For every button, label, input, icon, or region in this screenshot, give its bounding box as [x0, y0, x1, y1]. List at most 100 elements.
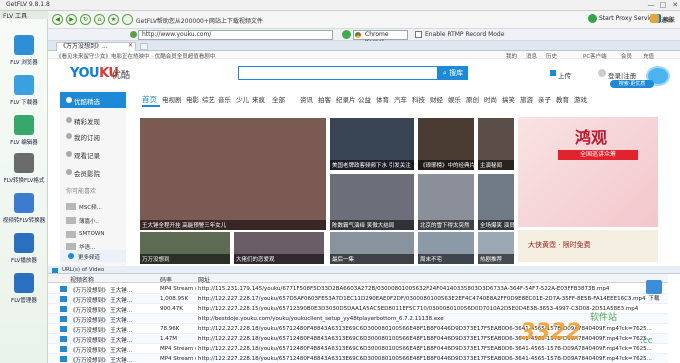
- youku-nav-featured[interactable]: 优酷精选: [74, 96, 100, 106]
- youku-search-input[interactable]: [238, 66, 438, 80]
- rtmp-checkbox[interactable]: [415, 31, 422, 38]
- sidebar-item[interactable]: FLV 下载器: [0, 72, 48, 112]
- video-thumbnail[interactable]: 北京的雪下得太突然: [418, 174, 474, 230]
- youku-nav-history[interactable]: 观看记录: [74, 150, 100, 160]
- youku-topbar-notice[interactable]: 《看见未来留守少女》电影正在热映中 · 优酷会员全员超值看剧中: [56, 52, 215, 60]
- maximize-button[interactable]: □: [658, 1, 668, 9]
- close-button[interactable]: ✕: [670, 1, 680, 9]
- video-url-panel-title: URL(s) of Video: [62, 267, 105, 273]
- category-tab[interactable]: 教育: [556, 94, 569, 104]
- category-tab[interactable]: 资讯: [300, 94, 313, 104]
- category-tab[interactable]: 汽车: [394, 94, 407, 104]
- sidebar-item[interactable]: FLV播放器: [0, 230, 48, 270]
- category-tab[interactable]: 纪录片: [336, 94, 356, 104]
- category-tab[interactable]: 公益: [358, 94, 371, 104]
- exit-button[interactable]: 退出: [661, 15, 673, 24]
- category-tab[interactable]: 科技: [412, 94, 425, 104]
- video-file-icon: [60, 316, 67, 322]
- col-url[interactable]: 网址: [198, 275, 210, 284]
- video-thumbnail[interactable]: 全场爆笑 演员集体NG: [478, 174, 514, 230]
- category-tab[interactable]: 原创: [466, 94, 479, 104]
- video-thumbnail[interactable]: 万万没想到: [140, 232, 230, 264]
- table-row[interactable]: 《万万没想到》 王大锤... MP4 Stream (4.24M)http://1…: [48, 344, 668, 354]
- video-thumbnail[interactable]: 周末不宅: [418, 232, 474, 264]
- category-tab[interactable]: 体育: [376, 94, 389, 104]
- url-input[interactable]: http://www.youku.com/: [138, 30, 333, 40]
- table-row[interactable]: 《万万没想到》 王大锤... MP4 Stream (4.24M)http://1…: [48, 354, 668, 363]
- video-thumbnail[interactable]: 陈数霸气演绎 笑傲大结局: [330, 174, 414, 230]
- category-tab[interactable]: 首页: [142, 94, 157, 105]
- category-tab[interactable]: 亲子: [538, 94, 551, 104]
- category-tab[interactable]: 少儿: [236, 94, 249, 104]
- recent-channel-item[interactable]: SMTOWN: [79, 231, 104, 237]
- toplink-history[interactable]: 历史: [546, 52, 557, 60]
- video-thumbnail[interactable]: 《琅琊榜》中的经典片段: [418, 118, 474, 170]
- kernel-select[interactable]: Chrome Kernel: [353, 30, 408, 46]
- minimize-button[interactable]: —: [646, 1, 656, 9]
- cell-url: http://122.227.228.18/youku/65712480F488…: [198, 326, 652, 332]
- youku-login-link[interactable]: 登录|注册: [608, 70, 636, 80]
- category-tab[interactable]: 来疯: [252, 94, 265, 104]
- category-tab[interactable]: 电影: [186, 94, 199, 104]
- video-thumbnail[interactable]: 主演秘闻: [478, 118, 514, 170]
- sidebar-item[interactable]: FLV 浏览器: [0, 32, 48, 72]
- toplink-recharge[interactable]: 充值: [643, 52, 654, 60]
- forward-icon[interactable]: ▶: [66, 14, 77, 25]
- sidebar-item[interactable]: FLV转换FLV格式: [0, 150, 48, 190]
- youku-upload-link[interactable]: 上传: [558, 70, 571, 80]
- tab-youku[interactable]: 《万万没想到》...: [56, 42, 136, 51]
- category-tab[interactable]: 旅游: [520, 94, 533, 104]
- table-row[interactable]: 《万万没想到》 王大锤... 1,008.95K http://122.227.22…: [48, 294, 668, 304]
- category-tab[interactable]: 综艺: [202, 94, 215, 104]
- youku-search-button[interactable]: ⌕ 搜库: [438, 66, 468, 80]
- video-thumbnail[interactable]: 热剧推荐: [478, 232, 514, 264]
- proxy-icon: [588, 14, 597, 23]
- convert-icon: [14, 193, 34, 213]
- youku-more-channels-label[interactable]: 更多频道: [78, 253, 100, 261]
- video-thumbnail[interactable]: 最后一集: [330, 232, 414, 264]
- category-tab[interactable]: 搞笑: [502, 94, 515, 104]
- favorite-icon[interactable]: ★: [108, 14, 119, 25]
- category-tab[interactable]: 电视剧: [162, 94, 182, 104]
- col-bitrate[interactable]: 码率: [160, 275, 172, 284]
- category-tab[interactable]: 财经: [430, 94, 443, 104]
- video-thumbnail[interactable]: 大佬们的恋爱观: [234, 232, 324, 264]
- go-icon[interactable]: [342, 30, 351, 39]
- category-tab[interactable]: 音乐: [218, 94, 231, 104]
- category-tab[interactable]: 全部: [272, 94, 285, 104]
- category-tab[interactable]: 娱乐: [448, 94, 461, 104]
- sidebar-item[interactable]: 视频转FLV转换器: [0, 190, 48, 230]
- category-tab[interactable]: 拍客: [318, 94, 331, 104]
- table-row[interactable]: 《万万没想到》 王大锤... 900.47K http://122.227.228.…: [48, 304, 668, 314]
- youku-nav-subscriptions[interactable]: 我的订阅: [74, 132, 100, 142]
- youku-nav-vip-cinema[interactable]: 会员影院: [74, 168, 100, 178]
- tab-close-icon[interactable]: ✕: [128, 42, 133, 49]
- video-file-icon: [60, 346, 67, 352]
- video-thumbnail[interactable]: 王大锤全程开挂 高能预警三年女儿: [140, 118, 326, 230]
- sidebar-item[interactable]: FLV 编辑器: [0, 112, 48, 152]
- category-tab[interactable]: 时尚: [484, 94, 497, 104]
- back-icon[interactable]: ◀: [52, 14, 63, 25]
- video-thumbnail[interactable]: 美国老牌政客频频下水 引发关注: [330, 118, 414, 170]
- category-tab[interactable]: 游戏: [574, 94, 587, 104]
- start-proxy-button[interactable]: Start Proxy Service: [599, 15, 656, 22]
- download-icon[interactable]: [646, 280, 662, 294]
- video-caption: 王大锤全程开挂 高能预警三年女儿: [140, 220, 326, 230]
- table-row[interactable]: 《万万没想到》 王大锤... MP4 Stream (4.2M)http://11…: [48, 284, 668, 294]
- col-name[interactable]: 视频名称: [70, 275, 94, 284]
- recent-channel-item[interactable]: MSC频...: [79, 203, 102, 211]
- toplink-vip[interactable]: 会员: [621, 52, 632, 60]
- refresh-icon[interactable]: ↻: [80, 14, 91, 25]
- youku-nav-discover[interactable]: 精彩发现: [74, 116, 100, 126]
- sidebar-item[interactable]: FLV管理器: [0, 270, 48, 310]
- browser-tab-row: 《万万没想到》... ✕: [48, 41, 680, 51]
- toplink-pc-client[interactable]: PC客户端: [583, 52, 607, 60]
- toplink-mine[interactable]: 我的: [506, 52, 517, 60]
- cell-rate: MP4 Stream (4.24M): [160, 346, 196, 352]
- toplink-messages[interactable]: 消息: [526, 52, 537, 60]
- download-button[interactable]: 下载: [642, 294, 666, 302]
- recent-channel-item[interactable]: 薄嘉小..: [79, 217, 99, 225]
- app-title: GetFLV 9.8.1.8: [6, 1, 50, 8]
- home-icon[interactable]: ⌂: [94, 14, 105, 25]
- new-tab-button[interactable]: [140, 43, 148, 50]
